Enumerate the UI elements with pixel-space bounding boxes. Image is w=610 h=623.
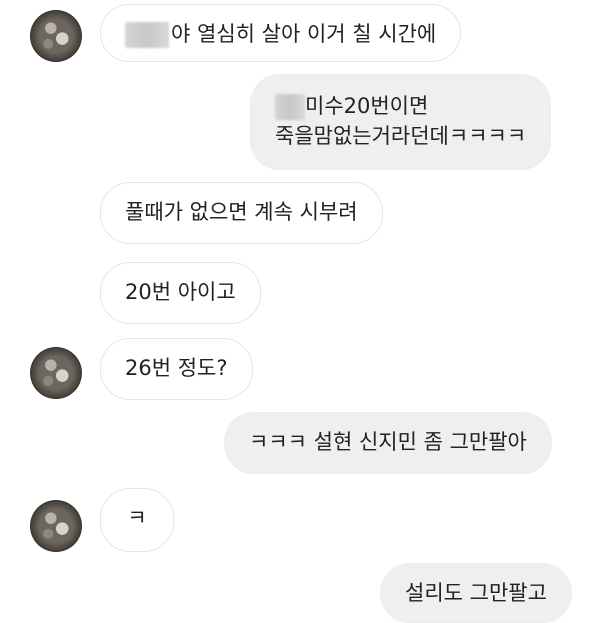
- contact-avatar[interactable]: [30, 10, 82, 62]
- incoming-message-bubble[interactable]: 26번 정도?: [100, 338, 253, 400]
- outgoing-message-bubble[interactable]: 설리도 그만팔고: [380, 563, 572, 623]
- message-line: 죽을맘없는거라던데ㅋㅋㅋㅋ: [275, 124, 527, 148]
- contact-avatar[interactable]: [30, 500, 82, 552]
- incoming-message-bubble[interactable]: 20번 아이고: [100, 262, 261, 324]
- redacted-name: [125, 22, 169, 48]
- incoming-message-bubble[interactable]: 야 열심히 살아 이거 칠 시간에: [100, 4, 462, 62]
- message-text: 풀때가 없으면 계속 시부려: [125, 200, 358, 224]
- incoming-message-bubble[interactable]: ㅋ: [100, 488, 174, 552]
- outgoing-message-bubble[interactable]: 미수20번이면 죽을맘없는거라던데ㅋㅋㅋㅋ: [250, 74, 552, 170]
- redacted-name: [275, 94, 305, 120]
- contact-avatar[interactable]: [30, 347, 82, 399]
- message-text: ㅋ: [127, 506, 147, 530]
- message-text: 야 열심히 살아 이거 칠 시간에: [171, 22, 437, 46]
- incoming-message-bubble[interactable]: 풀때가 없으면 계속 시부려: [100, 182, 383, 244]
- message-text: ㅋㅋㅋ 설현 신지민 좀 그만팔아: [249, 430, 527, 454]
- message-text: 설리도 그만팔고: [405, 581, 547, 605]
- message-line: 미수20번이면: [275, 91, 526, 121]
- message-text: 26번 정도?: [125, 356, 228, 380]
- message-text: 20번 아이고: [125, 280, 236, 304]
- outgoing-message-bubble[interactable]: ㅋㅋㅋ 설현 신지민 좀 그만팔아: [224, 412, 552, 474]
